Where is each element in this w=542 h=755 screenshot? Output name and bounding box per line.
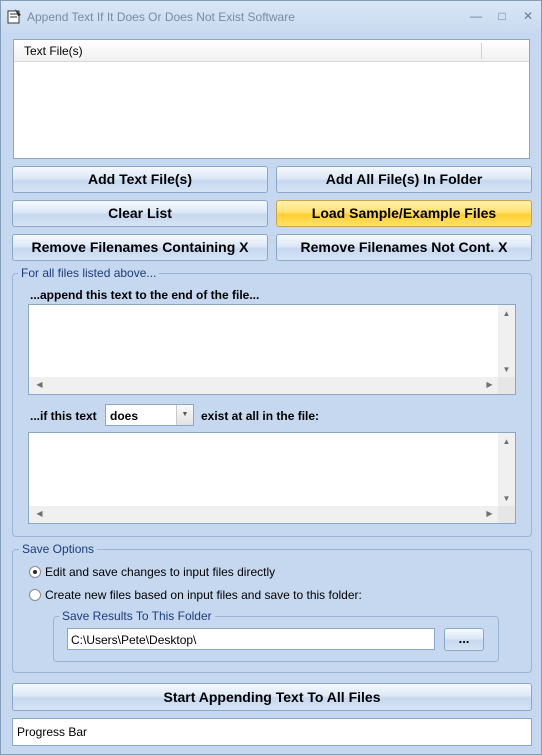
browse-folder-button[interactable]: ... bbox=[444, 628, 484, 651]
scroll-corner bbox=[498, 506, 515, 523]
scroll-left-icon[interactable]: ◀ bbox=[31, 380, 48, 389]
start-appending-button[interactable]: Start Appending Text To All Files bbox=[12, 683, 532, 711]
append-horizontal-scrollbar[interactable]: ◀ ▶ bbox=[29, 377, 498, 394]
scroll-up-icon[interactable]: ▲ bbox=[498, 309, 515, 318]
if-text-label: ...if this text bbox=[30, 409, 97, 423]
app-icon bbox=[7, 9, 21, 24]
close-button[interactable]: ✕ bbox=[517, 7, 539, 25]
remove-containing-button[interactable]: Remove Filenames Containing X bbox=[12, 234, 268, 261]
save-folder-group-label: Save Results To This Folder bbox=[59, 609, 215, 623]
scroll-down-icon[interactable]: ▼ bbox=[498, 494, 515, 503]
save-folder-value: C:\Users\Pete\Desktop\ bbox=[71, 633, 197, 647]
minimize-button[interactable]: — bbox=[465, 7, 487, 25]
scroll-right-icon[interactable]: ▶ bbox=[481, 380, 498, 389]
progress-bar: Progress Bar bbox=[12, 718, 532, 746]
search-text-area[interactable]: ▲ ▼ ◀ ▶ bbox=[28, 432, 516, 524]
edit-directly-radio[interactable] bbox=[29, 566, 41, 578]
create-new-files-label[interactable]: Create new files based on input files an… bbox=[45, 588, 362, 602]
column-divider bbox=[481, 43, 482, 59]
maximize-button[interactable]: □ bbox=[491, 7, 513, 25]
save-options-label: Save Options bbox=[19, 542, 98, 556]
add-all-in-folder-button[interactable]: Add All File(s) In Folder bbox=[276, 166, 532, 193]
file-list-column-header[interactable]: Text File(s) bbox=[24, 44, 83, 58]
scroll-corner bbox=[498, 377, 515, 394]
title-bar: Append Text If It Does Or Does Not Exist… bbox=[1, 1, 541, 33]
window-title: Append Text If It Does Or Does Not Exist… bbox=[27, 10, 295, 24]
append-text-label: ...append this text to the end of the fi… bbox=[30, 288, 260, 302]
scroll-right-icon[interactable]: ▶ bbox=[481, 509, 498, 518]
create-new-files-radio[interactable] bbox=[29, 589, 41, 601]
condition-select-value: does bbox=[110, 409, 139, 423]
edit-directly-label[interactable]: Edit and save changes to input files dir… bbox=[45, 565, 275, 579]
scroll-left-icon[interactable]: ◀ bbox=[31, 509, 48, 518]
load-sample-button[interactable]: Load Sample/Example Files bbox=[276, 200, 532, 227]
file-list-header: Text File(s) bbox=[14, 40, 529, 62]
condition-select[interactable]: does ▼ bbox=[105, 404, 194, 426]
append-text-area[interactable]: ▲ ▼ ◀ ▶ bbox=[28, 304, 516, 395]
add-text-files-button[interactable]: Add Text File(s) bbox=[12, 166, 268, 193]
search-vertical-scrollbar[interactable]: ▲ ▼ bbox=[498, 433, 515, 506]
remove-not-containing-button[interactable]: Remove Filenames Not Cont. X bbox=[276, 234, 532, 261]
scroll-down-icon[interactable]: ▼ bbox=[498, 365, 515, 374]
all-files-group-label: For all files listed above... bbox=[18, 266, 160, 280]
progress-bar-label: Progress Bar bbox=[17, 725, 88, 739]
chevron-down-icon[interactable]: ▼ bbox=[176, 405, 193, 425]
main-window: Append Text If It Does Or Does Not Exist… bbox=[0, 0, 542, 755]
search-horizontal-scrollbar[interactable]: ◀ ▶ bbox=[29, 506, 498, 523]
exist-label: exist at all in the file: bbox=[201, 409, 320, 423]
append-vertical-scrollbar[interactable]: ▲ ▼ bbox=[498, 305, 515, 377]
clear-list-button[interactable]: Clear List bbox=[12, 200, 268, 227]
save-folder-input[interactable]: C:\Users\Pete\Desktop\ bbox=[67, 628, 435, 650]
scroll-up-icon[interactable]: ▲ bbox=[498, 437, 515, 446]
file-list[interactable]: Text File(s) bbox=[13, 39, 530, 159]
